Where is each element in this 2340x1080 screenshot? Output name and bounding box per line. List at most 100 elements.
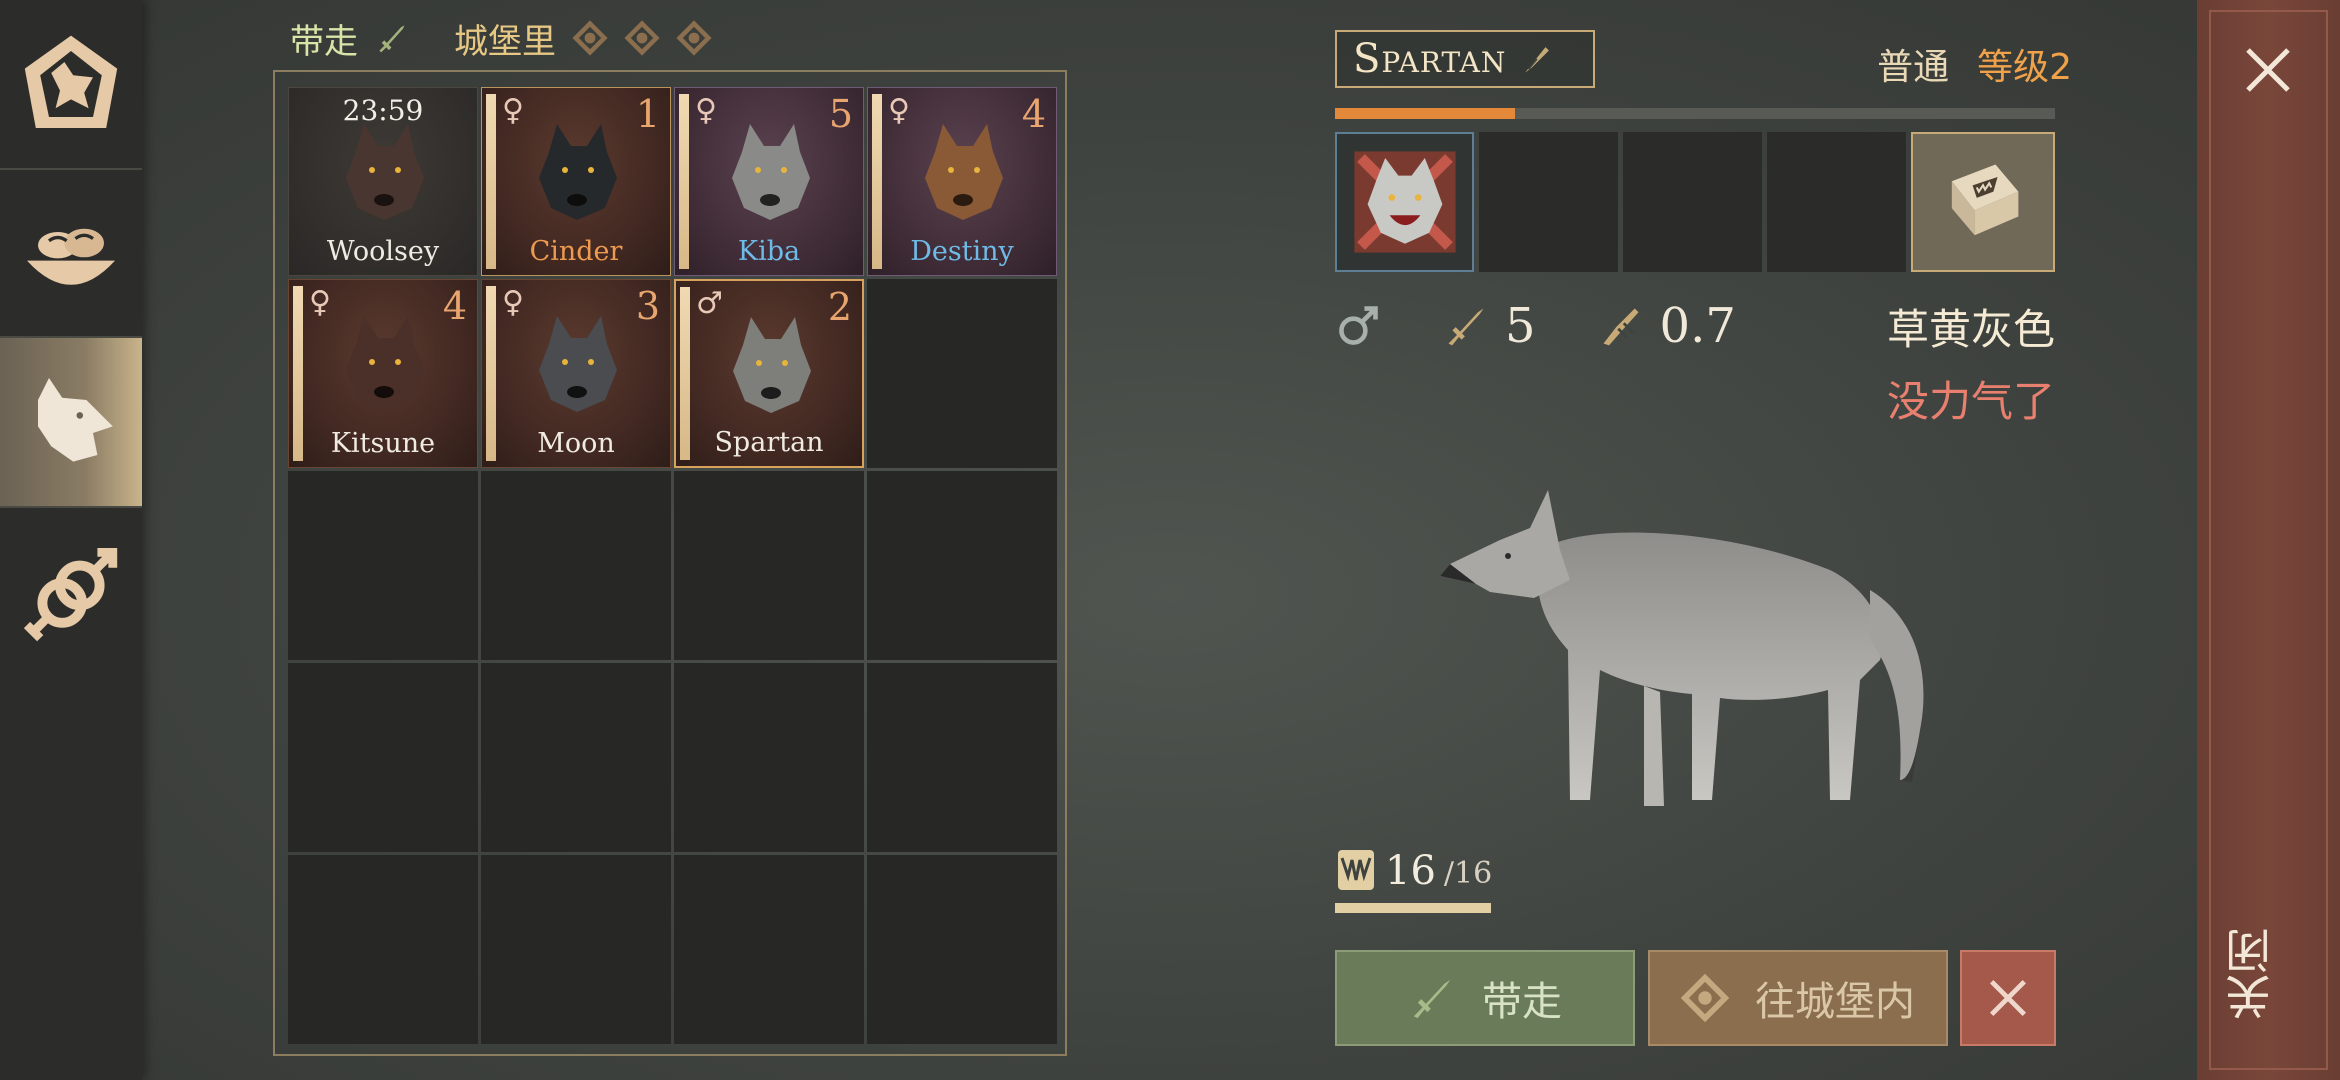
- castle-icon: [1681, 974, 1729, 1022]
- wolf-slot-cinder[interactable]: ♀ 1 Cinder: [481, 87, 671, 276]
- empty-slot[interactable]: [867, 279, 1057, 468]
- empty-slot[interactable]: [481, 663, 671, 852]
- empty-slot[interactable]: [288, 471, 478, 660]
- close-label[interactable]: 关闭: [2218, 928, 2318, 1020]
- dagger-icon: [1413, 979, 1451, 1019]
- empty-slot[interactable]: [867, 855, 1057, 1044]
- skill-book-button[interactable]: [1911, 132, 2055, 272]
- skill-slots: [1335, 132, 2055, 272]
- wolf-level: 3: [635, 284, 660, 328]
- coat-color-label: 草黄灰色: [1886, 305, 2055, 354]
- female-icon: ♀: [502, 93, 524, 128]
- wolf-name: Cinder: [529, 236, 623, 267]
- wolf-portrait-icon: [539, 316, 617, 412]
- wolf-inventory-grid: 23:59 Woolsey ♀ 1 Cinder ♀ 5 Kiba ♀ 4 De…: [288, 87, 1057, 1044]
- wolf-level: 2: [827, 285, 852, 329]
- wolf-level: 5: [828, 92, 853, 136]
- wolf-name: Kitsune: [330, 428, 436, 459]
- rename-quill-icon[interactable]: [1520, 42, 1554, 76]
- empty-slot[interactable]: [481, 855, 671, 1044]
- empty-slot[interactable]: [867, 471, 1057, 660]
- food-bowl-icon: [27, 228, 115, 285]
- wolf-portrait-icon: [346, 124, 424, 220]
- empty-slot[interactable]: [867, 663, 1057, 852]
- tab-food[interactable]: [0, 170, 142, 338]
- wolf-level: 4: [442, 284, 467, 328]
- fang-bar: [1335, 903, 1491, 913]
- level-label: 等级2: [1977, 47, 2072, 88]
- move-button-label: 往城堡内: [1755, 979, 1915, 1025]
- wolf-slot-kitsune[interactable]: ♀ 4 Kitsune: [288, 279, 478, 468]
- wolf-slot-spartan[interactable]: ♂ 2 Spartan: [674, 279, 864, 468]
- wolf-name: Destiny: [910, 236, 1014, 267]
- fang-durability: 16 /16: [1335, 846, 1492, 894]
- wolf-name-plate: Spartan: [1335, 30, 1595, 88]
- wolf-slot-destiny[interactable]: ♀ 4 Destiny: [867, 87, 1057, 276]
- empty-slot[interactable]: [674, 663, 864, 852]
- fang-current: 16: [1385, 848, 1436, 894]
- empty-slot[interactable]: [674, 855, 864, 1044]
- wolf-level: 1: [635, 92, 660, 136]
- experience-fill: [1335, 108, 1515, 119]
- empty-slot[interactable]: [481, 471, 671, 660]
- move-to-castle-button[interactable]: 往城堡内: [1648, 950, 1948, 1046]
- rarity-label: 普通: [1877, 47, 1950, 88]
- fang-icon: [1338, 850, 1374, 890]
- castle-label: 城堡里: [454, 21, 556, 62]
- dagger-icon: [379, 25, 405, 53]
- castle-slot-icon: [676, 20, 712, 56]
- female-icon: ♀: [502, 285, 524, 320]
- wolf-portrait-icon: [732, 124, 810, 220]
- wolf-emblem-icon: [24, 35, 118, 128]
- take-button[interactable]: 带走: [1335, 950, 1635, 1046]
- wolf-head-icon: [38, 378, 113, 462]
- speed-claw-icon: [1603, 308, 1639, 346]
- skill-slot-empty[interactable]: [1767, 132, 1906, 272]
- wolf-name: Spartan: [714, 427, 824, 458]
- skill-book-icon: [1951, 164, 2019, 236]
- selected-wolf-name: Spartan: [1353, 36, 1507, 82]
- castle-slot-icon: [624, 20, 660, 56]
- wolf-portrait-icon: [539, 124, 617, 220]
- wolf-name: Woolsey: [326, 236, 440, 267]
- wolf-portrait-icon: [733, 317, 811, 413]
- take-button-label: 带走: [1482, 979, 1562, 1025]
- take-label: 带走: [290, 21, 358, 62]
- empty-slot[interactable]: [674, 471, 864, 660]
- skill-slot-empty[interactable]: [1479, 132, 1618, 272]
- tab-wolves[interactable]: [0, 338, 142, 506]
- female-icon: ♀: [309, 285, 331, 320]
- inventory-header: 带走 城堡里: [290, 10, 712, 66]
- skill-slot-empty[interactable]: [1623, 132, 1762, 272]
- female-icon: ♀: [888, 93, 910, 128]
- tab-wolf-emblem[interactable]: [0, 0, 142, 168]
- wolf-slot-moon[interactable]: ♀ 3 Moon: [481, 279, 671, 468]
- stamina-status: 没力气了: [1886, 377, 2055, 426]
- close-panel-strip[interactable]: [2197, 0, 2340, 1080]
- female-icon: ♀: [695, 93, 717, 128]
- close-icon: [1989, 979, 2027, 1017]
- breeding-gender-icon: [23, 548, 118, 642]
- close-icon[interactable]: [2240, 42, 2296, 98]
- castle-slot-icon: [572, 20, 608, 56]
- experience-bar: [1335, 108, 2055, 119]
- attack-dagger-icon: [1448, 308, 1484, 346]
- snarling-wolf-skill-icon: [1353, 151, 1456, 253]
- wolf-slot-woolsey[interactable]: 23:59 Woolsey: [288, 87, 478, 276]
- wolf-3d-model: [1440, 490, 1924, 806]
- wolf-name: Moon: [537, 428, 615, 459]
- wolf-level: 4: [1021, 92, 1046, 136]
- tab-breeding[interactable]: [0, 508, 142, 676]
- skill-slot-howl[interactable]: [1335, 132, 1474, 272]
- fang-max: /16: [1443, 856, 1493, 891]
- empty-slot[interactable]: [288, 663, 478, 852]
- male-symbol-icon: [1339, 306, 1378, 345]
- wolf-slot-kiba[interactable]: ♀ 5 Kiba: [674, 87, 864, 276]
- wolf-stats: 5 0.7: [1335, 298, 1736, 354]
- male-icon: ♂: [696, 286, 723, 321]
- release-button[interactable]: [1960, 950, 2056, 1046]
- attack-value: 5: [1505, 298, 1536, 354]
- wolf-name: Kiba: [737, 236, 801, 267]
- wolf-portrait-icon: [346, 316, 424, 412]
- empty-slot[interactable]: [288, 855, 478, 1044]
